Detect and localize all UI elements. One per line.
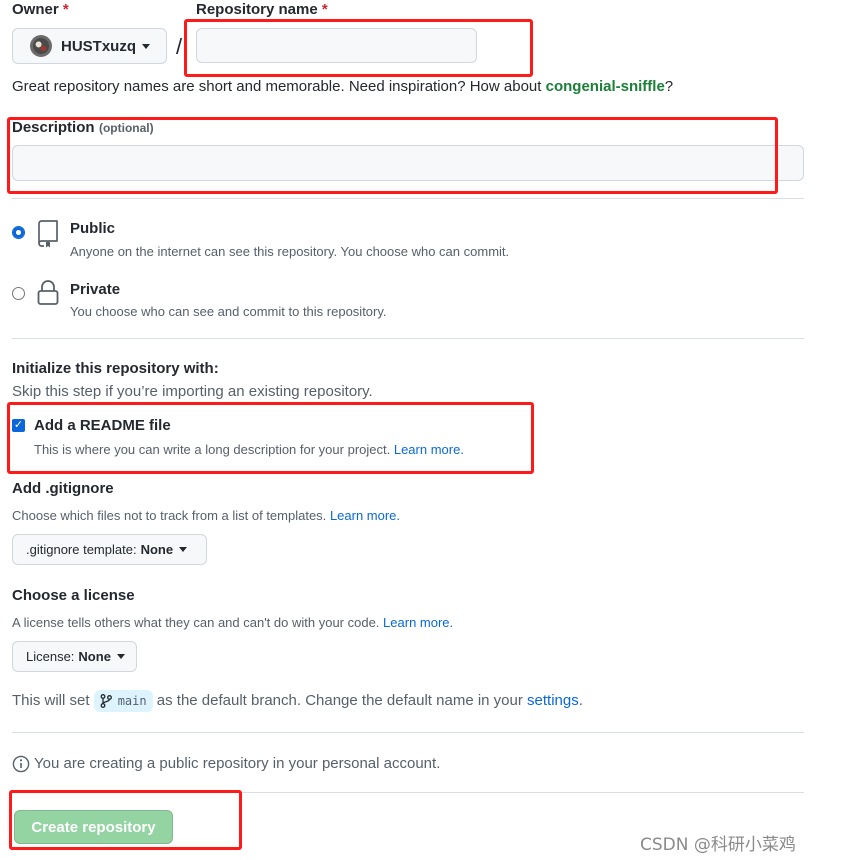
- public-title: Public: [70, 220, 116, 237]
- readme-learn-more-link[interactable]: Learn more.: [394, 442, 464, 457]
- create-repository-button[interactable]: Create repository: [14, 810, 173, 844]
- owner-repo-separator: /: [176, 34, 183, 59]
- readme-label: Add a README file: [34, 417, 171, 434]
- init-subtitle: Skip this step if you’re importing an ex…: [12, 383, 373, 400]
- divider: [12, 198, 804, 199]
- avatar: [30, 35, 52, 57]
- branch-name-badge: main: [93, 690, 153, 712]
- caret-down-icon: [142, 43, 150, 49]
- description-label: Description (optional): [12, 119, 154, 136]
- readme-checkbox[interactable]: ✓: [12, 419, 25, 432]
- repo-name-required-mark: *: [321, 1, 328, 18]
- annotation-box-readme: [7, 402, 534, 474]
- lock-icon: [37, 280, 59, 305]
- caret-down-icon: [179, 547, 188, 552]
- gitignore-title: Add .gitignore: [12, 480, 114, 497]
- gitignore-template-button[interactable]: .gitignore template: None: [12, 534, 207, 565]
- default-branch-note: This will set main as the default branch…: [12, 690, 583, 712]
- description-input[interactable]: [12, 145, 804, 181]
- license-button[interactable]: License: None: [12, 641, 137, 672]
- init-title: Initialize this repository with:: [12, 360, 219, 377]
- private-title: Private: [70, 281, 121, 298]
- readme-description: This is where you can write a long descr…: [34, 442, 464, 457]
- settings-link[interactable]: settings: [527, 692, 579, 709]
- public-account-info: You are creating a public repository in …: [34, 755, 441, 772]
- gitignore-description: Choose which files not to track from a l…: [12, 508, 401, 523]
- repo-name-hint: Great repository names are short and mem…: [12, 78, 674, 95]
- git-branch-icon: [100, 694, 112, 708]
- owner-required-mark: *: [62, 1, 69, 18]
- divider: [12, 338, 804, 339]
- description-optional-note: (optional): [98, 121, 154, 135]
- caret-down-icon: [116, 654, 125, 659]
- owner-select-button[interactable]: HUSTxuzq: [12, 28, 167, 64]
- license-description: A license tells others what they can and…: [12, 615, 454, 630]
- suggested-name-link[interactable]: congenial-sniffle: [546, 78, 665, 95]
- repo-name-label: Repository name *: [196, 1, 328, 18]
- public-radio[interactable]: [12, 226, 25, 239]
- private-description: You choose who can see and commit to thi…: [70, 304, 387, 319]
- repo-name-input[interactable]: [196, 28, 477, 63]
- private-radio[interactable]: [12, 287, 25, 300]
- public-description: Anyone on the internet can see this repo…: [70, 244, 510, 259]
- gitignore-learn-more-link[interactable]: Learn more.: [330, 508, 400, 523]
- divider: [12, 792, 804, 793]
- divider: [12, 732, 804, 733]
- owner-name: HUSTxuzq: [61, 37, 136, 55]
- watermark: CSDN @科研小菜鸡: [640, 835, 796, 855]
- license-title: Choose a license: [12, 587, 135, 604]
- license-learn-more-link[interactable]: Learn more.: [383, 615, 453, 630]
- owner-label: Owner *: [12, 1, 69, 18]
- repo-icon: [38, 220, 58, 248]
- info-icon: [12, 755, 30, 773]
